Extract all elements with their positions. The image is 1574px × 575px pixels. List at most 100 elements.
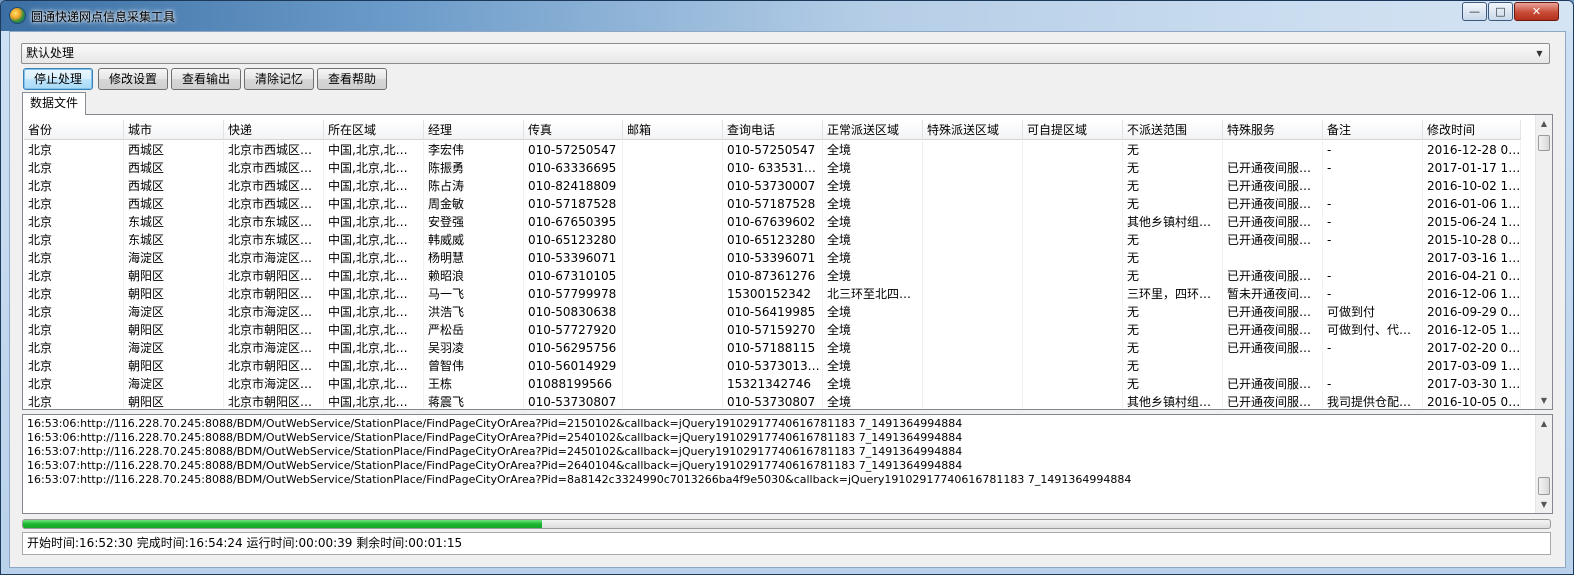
cell-modified-time: 2017-03-16 1…	[1423, 249, 1521, 267]
cell-courier: 北京市海淀区…	[224, 339, 324, 357]
cell-phone: 010-57188115	[723, 339, 823, 357]
client-area: 默认处理 ▼ 停止处理 修改设置 查看输出 清除记忆 查看帮助 数据文件 省份城…	[9, 31, 1566, 568]
cell-phone: 010-57187528	[723, 195, 823, 213]
table-row[interactable]: 北京 海淀区 北京市海淀区… 中国,北京,北… 杨明慧 010-53396071 010-5…	[24, 249, 1536, 267]
table-row[interactable]: 北京 海淀区 北京市海淀区… 中国,北京,北… 吴羽凌 010-56295756 010-5…	[24, 339, 1536, 357]
table-row[interactable]: 北京 海淀区 北京市海淀区… 中国,北京,北… 王栋 01088199566 1532134…	[24, 375, 1536, 393]
table-scrollbar[interactable]: ▲ ▼	[1535, 115, 1552, 409]
stop-processing-button[interactable]: 停止处理	[23, 68, 93, 90]
table-row[interactable]: 北京 西城区 北京市西城区… 中国,北京,北… 李宏伟 010-57250547 010-5…	[24, 141, 1536, 159]
cell-courier: 北京市海淀区…	[224, 303, 324, 321]
chevron-down-icon[interactable]: ▼	[1532, 45, 1547, 62]
log-output[interactable]: 16:53:06:http://116.228.70.245:8088/BDM/…	[22, 414, 1553, 514]
column-header-no-delivery[interactable]: 不派送范围	[1123, 120, 1223, 140]
cell-modified-time: 2016-01-06 1…	[1423, 195, 1521, 213]
cell-pickup-area	[1023, 141, 1123, 159]
cell-special-delivery	[923, 231, 1023, 249]
column-header-province[interactable]: 省份	[24, 120, 124, 140]
scroll-down-icon[interactable]: ▼	[1536, 392, 1552, 409]
table-row[interactable]: 北京 西城区 北京市西城区… 中国,北京,北… 陈占涛 010-82418809 010-5…	[24, 177, 1536, 195]
table-row[interactable]: 北京 朝阳区 北京市朝阳区… 中国,北京,北… 蒋震飞 010-53730807 010-5…	[24, 393, 1536, 409]
table-row[interactable]: 北京 东城区 北京市东城区… 中国,北京,北… 韩威威 010-65123280 010-6…	[24, 231, 1536, 249]
cell-normal-delivery: 全境	[823, 177, 923, 195]
column-header-pickup-area[interactable]: 可自提区域	[1023, 120, 1123, 140]
cell-phone: 010-53396071	[723, 249, 823, 267]
cell-special-service: 已开通夜间服…	[1223, 393, 1323, 409]
cell-manager: 韩威威	[424, 231, 524, 249]
view-help-button[interactable]: 查看帮助	[317, 68, 387, 90]
cell-manager: 蒋震飞	[424, 393, 524, 409]
minimize-button[interactable]: —	[1462, 2, 1487, 21]
mode-select[interactable]: 默认处理 ▼	[21, 43, 1550, 64]
table-row[interactable]: 北京 西城区 北京市西城区… 中国,北京,北… 周金敏 010-57187528 010-5…	[24, 195, 1536, 213]
scroll-up-icon[interactable]: ▲	[1536, 115, 1552, 132]
cell-manager: 洪浩飞	[424, 303, 524, 321]
cell-no-delivery: 无	[1123, 195, 1223, 213]
clear-memory-button[interactable]: 清除记忆	[244, 68, 314, 90]
cell-special-service	[1223, 249, 1323, 267]
table-scroll-thumb[interactable]	[1538, 135, 1550, 151]
edit-settings-button[interactable]: 修改设置	[98, 68, 168, 90]
column-header-manager[interactable]: 经理	[424, 120, 524, 140]
cell-email	[623, 285, 723, 303]
close-button[interactable]: ✕	[1514, 2, 1559, 21]
title-bar[interactable]: 圆通快递网点信息采集工具 — □ ✕	[1, 1, 1573, 31]
tab-data-file[interactable]: 数据文件	[22, 92, 86, 115]
column-header-email[interactable]: 邮箱	[623, 120, 723, 140]
table-row[interactable]: 北京 东城区 北京市东城区… 中国,北京,北… 安登强 010-67650395 010-6…	[24, 213, 1536, 231]
cell-no-delivery: 无	[1123, 321, 1223, 339]
cell-courier: 北京市西城区…	[224, 177, 324, 195]
cell-city: 东城区	[124, 231, 224, 249]
log-scrollbar[interactable]: ▲ ▼	[1535, 415, 1552, 513]
cell-normal-delivery: 全境	[823, 141, 923, 159]
cell-city: 西城区	[124, 159, 224, 177]
cell-special-service: 暂未开通夜间…	[1223, 285, 1323, 303]
table-row[interactable]: 北京 朝阳区 北京市朝阳区… 中国,北京,北… 曾智伟 010-56014929 010-5…	[24, 357, 1536, 375]
table-row[interactable]: 北京 朝阳区 北京市朝阳区… 中国,北京,北… 马一飞 010-57799978 15300…	[24, 285, 1536, 303]
view-output-button[interactable]: 查看输出	[171, 68, 241, 90]
scroll-down-icon[interactable]: ▼	[1536, 496, 1552, 513]
cell-courier: 北京市海淀区…	[224, 375, 324, 393]
cell-special-service: 已开通夜间服…	[1223, 159, 1323, 177]
maximize-button[interactable]: □	[1488, 2, 1513, 21]
cell-area: 中国,北京,北…	[324, 393, 424, 409]
log-scroll-thumb[interactable]	[1538, 477, 1550, 495]
scroll-up-icon[interactable]: ▲	[1536, 415, 1552, 432]
cell-fax: 010-57727920	[524, 321, 623, 339]
column-header-remark[interactable]: 备注	[1323, 120, 1423, 140]
table-row[interactable]: 北京 西城区 北京市西城区… 中国,北京,北… 陈振勇 010-63336695 010- …	[24, 159, 1536, 177]
column-header-modified-time[interactable]: 修改时间	[1423, 120, 1521, 140]
column-header-area[interactable]: 所在区域	[324, 120, 424, 140]
cell-pickup-area	[1023, 339, 1123, 357]
app-logo-icon	[9, 7, 26, 24]
column-header-normal-delivery[interactable]: 正常派送区域	[823, 120, 923, 140]
table-row[interactable]: 北京 朝阳区 北京市朝阳区… 中国,北京,北… 赖昭浪 010-67310105 010-8…	[24, 267, 1536, 285]
table-row[interactable]: 北京 朝阳区 北京市朝阳区… 中国,北京,北… 严松岳 010-57727920 010-5…	[24, 321, 1536, 339]
cell-special-delivery	[923, 249, 1023, 267]
table-body: 北京 西城区 北京市西城区… 中国,北京,北… 李宏伟 010-57250547 010-5…	[24, 141, 1536, 409]
cell-remark	[1323, 357, 1423, 375]
cell-city: 海淀区	[124, 375, 224, 393]
cell-fax: 01088199566	[524, 375, 623, 393]
data-table: 省份 城市 快递 所在区域 经理 传真 邮箱 查询电话 正常派送区域 特殊派送区域 可自提区域 不派送…	[22, 114, 1553, 410]
column-header-phone[interactable]: 查询电话	[723, 120, 823, 140]
cell-courier: 北京市朝阳区…	[224, 285, 324, 303]
cell-manager: 陈振勇	[424, 159, 524, 177]
cell-fax: 010-57799978	[524, 285, 623, 303]
cell-pickup-area	[1023, 267, 1123, 285]
cell-remark: -	[1323, 213, 1423, 231]
table-row[interactable]: 北京 海淀区 北京市海淀区… 中国,北京,北… 洪浩飞 010-50830638 010-5…	[24, 303, 1536, 321]
column-header-city[interactable]: 城市	[124, 120, 224, 140]
cell-remark: -	[1323, 375, 1423, 393]
cell-no-delivery: 无	[1123, 267, 1223, 285]
column-header-fax[interactable]: 传真	[524, 120, 623, 140]
cell-area: 中国,北京,北…	[324, 249, 424, 267]
cell-normal-delivery: 全境	[823, 267, 923, 285]
cell-phone: 15300152342	[723, 285, 823, 303]
column-header-special-delivery[interactable]: 特殊派送区域	[923, 120, 1023, 140]
cell-modified-time: 2015-06-24 1…	[1423, 213, 1521, 231]
column-header-special-service[interactable]: 特殊服务	[1223, 120, 1323, 140]
cell-special-delivery	[923, 141, 1023, 159]
cell-normal-delivery: 全境	[823, 357, 923, 375]
column-header-courier[interactable]: 快递	[224, 120, 324, 140]
